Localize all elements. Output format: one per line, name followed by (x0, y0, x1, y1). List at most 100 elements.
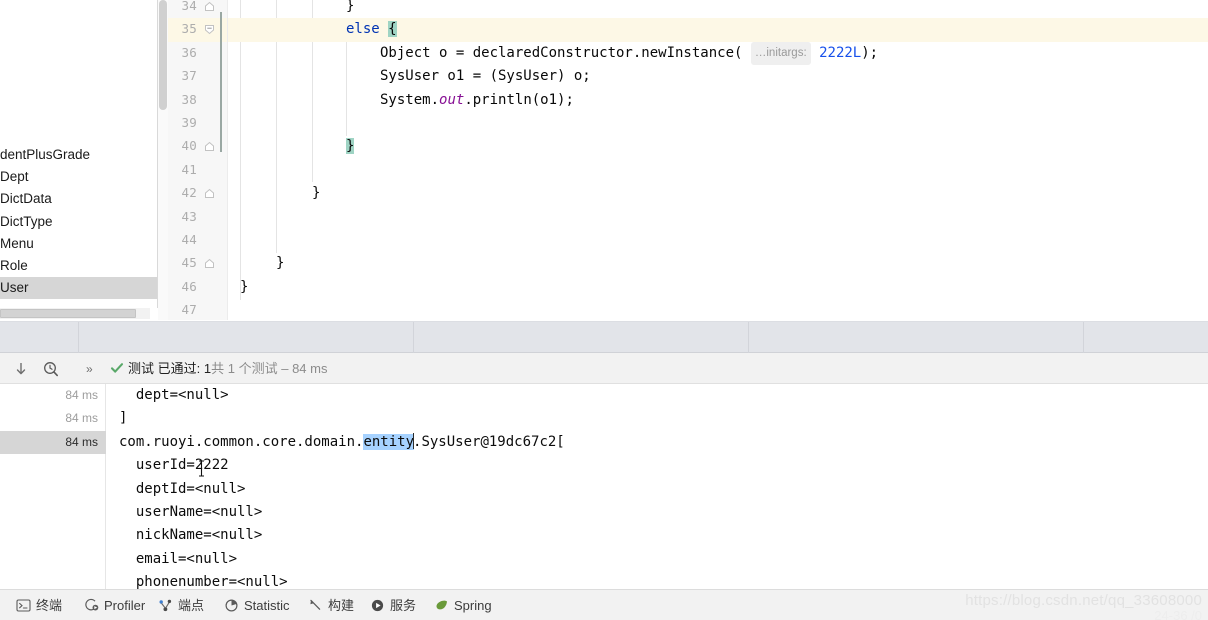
line-number-45: 45 (181, 255, 197, 271)
gutter-line-43[interactable]: 43 (168, 206, 228, 229)
fold-end-icon[interactable] (204, 1, 215, 12)
statistic-icon (224, 593, 239, 612)
console-duration-row-0: 84 ms (65, 388, 98, 402)
line-number-41: 41 (181, 161, 197, 177)
test-status-text: 测试 已通过: 1共 1 个测试 – 84 ms (110, 359, 327, 378)
tool-window-label-services: 服务 (390, 598, 417, 613)
tool-window-label-build: 构建 (328, 598, 355, 613)
watermark-secondary: 24-36 /0 (1154, 610, 1202, 620)
code-line-37[interactable]: SysUser o1 = (SysUser) o; (228, 65, 1208, 88)
test-status-total: 共 1 个测试 (211, 361, 278, 376)
fold-collapse-icon[interactable] (204, 24, 215, 35)
project-tree-item-3[interactable]: DictType (0, 211, 158, 233)
gutter-line-34[interactable]: 34 (168, 0, 228, 18)
gutter-line-39[interactable]: 39 (168, 112, 228, 135)
gutter-line-46[interactable]: 46 (168, 276, 228, 299)
gutter-line-41[interactable]: 41 (168, 159, 228, 182)
tool-window-button-spring[interactable]: Spring (434, 590, 492, 620)
splitter-separator (748, 322, 749, 354)
line-number-44: 44 (181, 232, 197, 247)
console-output-line-7[interactable]: email=<null> (119, 548, 237, 571)
console-output-line-1[interactable]: ] (119, 407, 127, 430)
tool-window-button-build[interactable]: 构建 (308, 590, 354, 620)
tool-window-label-terminal: 终端 (36, 598, 63, 613)
gutter-line-47[interactable]: 47 (168, 299, 228, 320)
console-output-line-0[interactable]: dept=<null> (119, 384, 229, 407)
fold-end-icon[interactable] (204, 258, 215, 269)
project-tree-panel[interactable]: dentPlusGrade Dept DictData DictType Menu Rol… (0, 0, 158, 320)
code-block-folding-indicator[interactable] (220, 12, 222, 152)
project-tree-item-4[interactable]: Menu (0, 233, 158, 255)
gutter-line-45[interactable]: 45 (168, 252, 228, 275)
code-line-41[interactable] (228, 159, 1208, 182)
search-history-icon[interactable] (42, 360, 60, 378)
gutter-line-40[interactable]: 40 (168, 135, 228, 158)
line-number-46: 46 (181, 278, 197, 294)
console-output-line-3[interactable]: userId=2222 (119, 454, 229, 477)
code-line-34[interactable]: } (228, 0, 1208, 18)
code-line-47[interactable] (228, 299, 1208, 320)
text-cursor-pointer (198, 460, 205, 477)
gutter-line-37[interactable]: 37 (168, 65, 228, 88)
editor-gutter[interactable]: 34 35 36 37 38 39 40 41 42 43 44 45 46 47 (168, 0, 228, 320)
code-line-43[interactable] (228, 206, 1208, 229)
editor-region: dentPlusGrade Dept DictData DictType Menu Rol… (0, 0, 1208, 320)
line-number-39: 39 (181, 115, 197, 130)
fold-end-icon[interactable] (204, 141, 215, 152)
project-tree-item-5[interactable]: Role (0, 255, 158, 277)
test-status-word-test: 测试 (128, 361, 155, 376)
console-toolbar: » 测试 已通过: 1共 1 个测试 – 84 ms (0, 353, 1208, 384)
gutter-line-38[interactable]: 38 (168, 89, 228, 112)
tool-window-button-services[interactable]: 服务 (370, 590, 416, 620)
tool-window-button-terminal[interactable]: 终端 (16, 590, 62, 620)
code-line-38[interactable]: System.out.println(o1); (228, 89, 1208, 112)
line-number-40: 40 (181, 138, 197, 154)
tool-window-button-statistic[interactable]: Statistic (224, 590, 290, 620)
line-number-43: 43 (181, 208, 197, 224)
console-output-line-6[interactable]: nickName=<null> (119, 524, 262, 547)
code-line-46[interactable]: } (228, 276, 1208, 299)
line-number-42: 42 (181, 185, 197, 201)
sidebar-horizontal-scrollbar-thumb[interactable] (0, 309, 136, 318)
console-output-line-2[interactable]: com.ruoyi.common.core.domain.entity.SysU… (119, 431, 565, 454)
tool-window-button-endpoints[interactable]: 端点 (158, 590, 204, 620)
fold-end-icon[interactable] (204, 188, 215, 199)
endpoints-icon (158, 593, 173, 612)
code-line-35[interactable]: else { (228, 18, 1208, 42)
gutter-line-44[interactable]: 44 (168, 229, 228, 252)
console-output-line-4[interactable]: deptId=<null> (119, 478, 246, 501)
tool-window-button-profiler[interactable]: Profiler (84, 590, 145, 620)
ide-window: dentPlusGrade Dept DictData DictType Menu Rol… (0, 0, 1208, 620)
editor-console-splitter[interactable] (0, 321, 1208, 354)
project-tree-item-6[interactable]: User (0, 277, 158, 299)
gutter-line-42[interactable]: 42 (168, 182, 228, 205)
code-line-45[interactable]: } (228, 252, 1208, 275)
console-time-gutter: 84 ms 84 ms 84 ms (0, 384, 106, 589)
splitter-separator (413, 322, 414, 354)
line-number-35: 35 (181, 21, 197, 37)
gutter-line-35[interactable]: 35 (168, 18, 228, 42)
code-text-area[interactable]: } else {Object o = declaredConstructor.ne… (228, 0, 1208, 320)
green-check-icon (110, 361, 124, 375)
more-actions-chevron-icon[interactable]: » (86, 362, 93, 376)
console-output-text[interactable]: dept=<null>] com.ruoyi.common.core.domain… (107, 384, 1208, 589)
code-line-36[interactable]: Object o = declaredConstructor.newInstan… (228, 41, 1208, 66)
code-line-42[interactable]: } (228, 182, 1208, 205)
line-number-47: 47 (181, 302, 197, 318)
code-line-39[interactable] (228, 112, 1208, 135)
project-tree-item-0[interactable]: dentPlusGrade (0, 144, 158, 166)
code-line-40[interactable]: } (228, 135, 1208, 158)
console-output-line-5[interactable]: userName=<null> (119, 501, 262, 524)
console-output-line-8[interactable]: phonenumber=<null> (119, 571, 288, 589)
tool-window-label-profiler: Profiler (104, 598, 146, 613)
spring-icon (434, 593, 449, 610)
editor-vertical-scrollbar-thumb[interactable] (159, 0, 167, 110)
build-icon (308, 593, 323, 610)
gutter-line-36[interactable]: 36 (168, 42, 228, 65)
project-tree-item-1[interactable]: Dept (0, 166, 158, 188)
services-icon (370, 593, 385, 612)
scroll-to-end-icon[interactable] (12, 360, 30, 378)
project-tree-item-2[interactable]: DictData (0, 188, 158, 210)
code-line-44[interactable] (228, 229, 1208, 252)
line-number-37: 37 (181, 68, 197, 84)
